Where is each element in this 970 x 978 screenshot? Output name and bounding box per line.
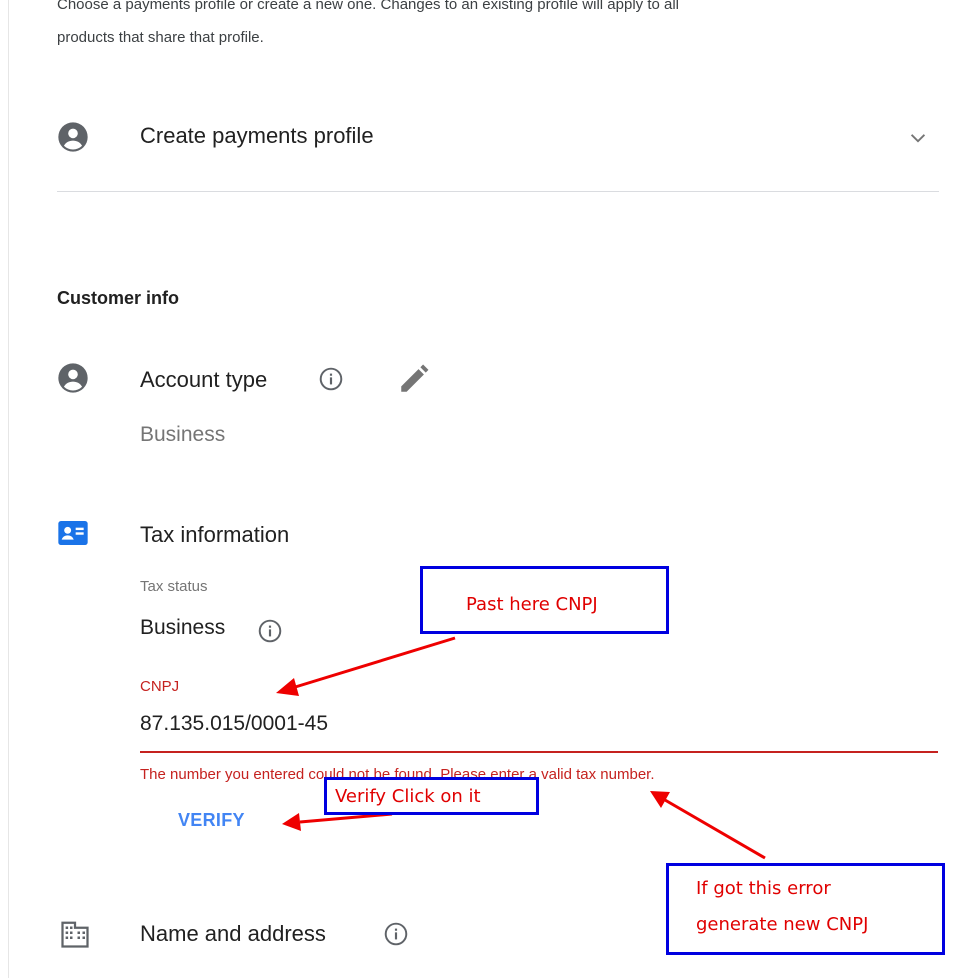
verify-click-callout: Verify Click on it xyxy=(324,777,539,815)
paste-cnpj-callout-text: Past here CNPJ xyxy=(466,594,598,615)
verify-click-callout-text: Verify Click on it xyxy=(335,786,481,807)
arrow-to-error-message xyxy=(650,791,766,860)
paste-cnpj-callout: Past here CNPJ xyxy=(420,566,669,634)
arrow-to-cnpj-field xyxy=(276,636,456,696)
error-callout-line-2: generate new CNPJ xyxy=(696,914,869,935)
annotation-arrows xyxy=(276,636,766,860)
error-callout: If got this error generate new CNPJ xyxy=(666,863,945,955)
arrow-to-verify-button xyxy=(282,812,393,831)
error-callout-line-1: If got this error xyxy=(696,878,831,899)
